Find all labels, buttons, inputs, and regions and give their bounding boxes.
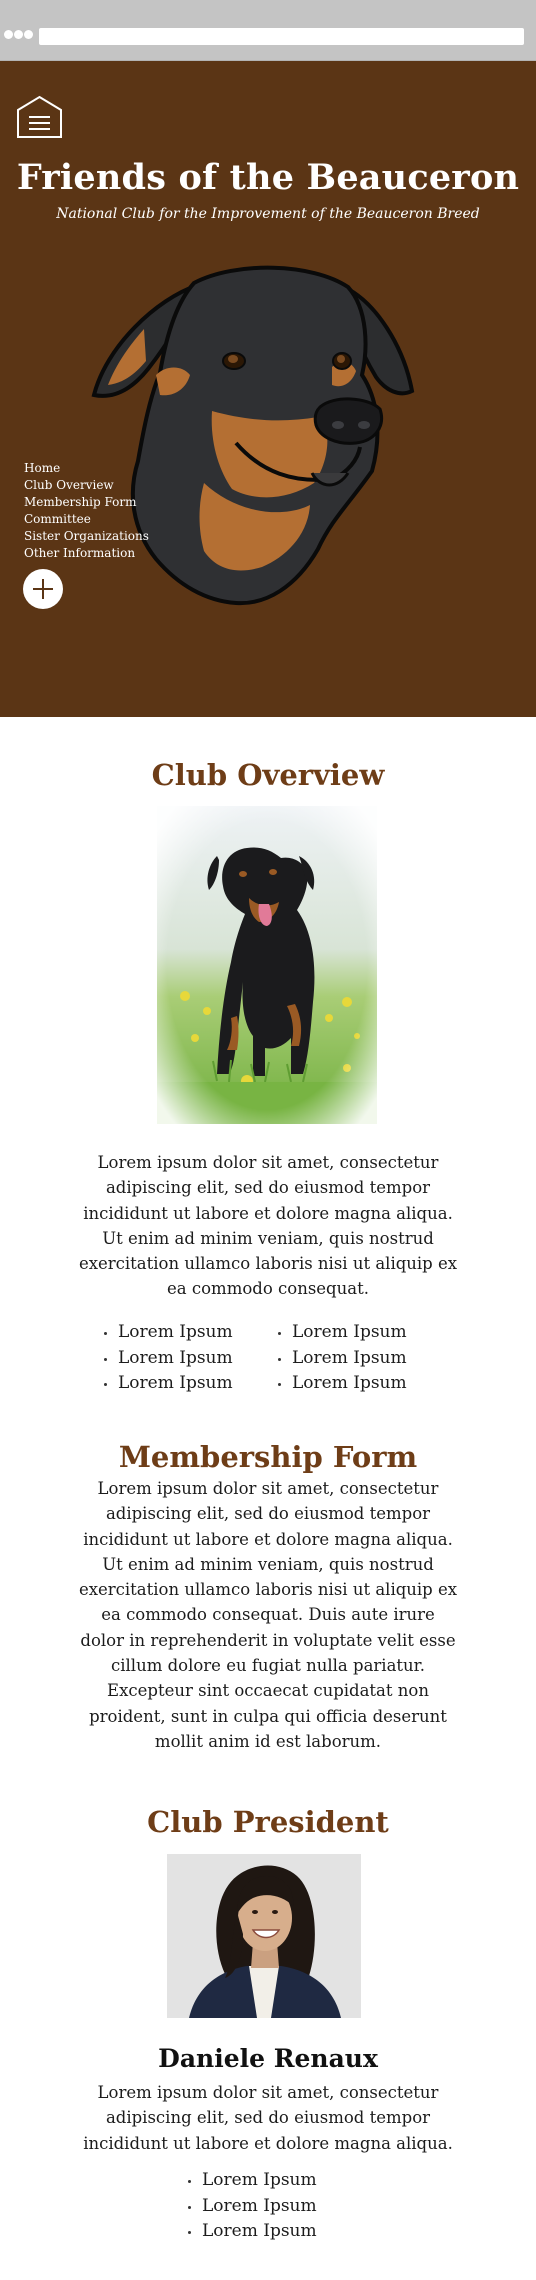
club-overview-text: Lorem ipsum dolor sit amet, consectetur … [78,1153,458,1299]
list-item: Lorem Ipsum [276,1371,407,1397]
list-item: Lorem Ipsum [276,1320,407,1346]
list-item: Lorem Ipsum [186,2168,317,2194]
site-title: Friends of the Beauceron [16,157,520,198]
home-menu-icon[interactable] [16,95,63,139]
dog-photo [157,806,377,1124]
president-text: Lorem ipsum dolor sit amet, consectetur … [83,2083,453,2153]
plus-icon[interactable] [23,569,63,609]
overview-list-left: Lorem Ipsum Lorem Ipsum Lorem Ipsum [102,1320,233,1397]
membership-form-text: Lorem ipsum dolor sit amet, consectetur … [78,1479,458,1751]
nav-item-home[interactable]: Home [24,460,149,477]
president-name: Daniele Renaux [158,2044,378,2073]
nav-item-club-overview[interactable]: Club Overview [24,477,149,494]
address-bar[interactable] [39,28,524,45]
club-overview-title: Club Overview [151,758,385,792]
site-subtitle: National Club for the Improvement of the… [56,206,480,222]
hero-section: Friends of the Beauceron National Club f… [0,61,536,717]
list-item: Lorem Ipsum [102,1320,233,1346]
list-item: Lorem Ipsum [276,1346,407,1372]
membership-form-title: Membership Form [118,1440,418,1474]
list-item: Lorem Ipsum [102,1346,233,1372]
president-photo [167,1854,361,2018]
main-nav: Home Club Overview Membership Form Commi… [24,460,149,562]
club-president-title: Club President [147,1805,389,1839]
list-item: Lorem Ipsum [102,1371,233,1397]
nav-item-committee[interactable]: Committee [24,511,149,528]
president-list: Lorem Ipsum Lorem Ipsum Lorem Ipsum [186,2168,317,2245]
nav-item-membership-form[interactable]: Membership Form [24,494,149,511]
list-item: Lorem Ipsum [186,2219,317,2245]
nav-item-sister-organizations[interactable]: Sister Organizations [24,528,149,545]
nav-item-other-information[interactable]: Other Information [24,545,149,562]
list-item: Lorem Ipsum [186,2194,317,2220]
window-controls[interactable] [4,30,33,39]
overview-list-right: Lorem Ipsum Lorem Ipsum Lorem Ipsum [276,1320,407,1397]
browser-chrome [0,0,536,61]
